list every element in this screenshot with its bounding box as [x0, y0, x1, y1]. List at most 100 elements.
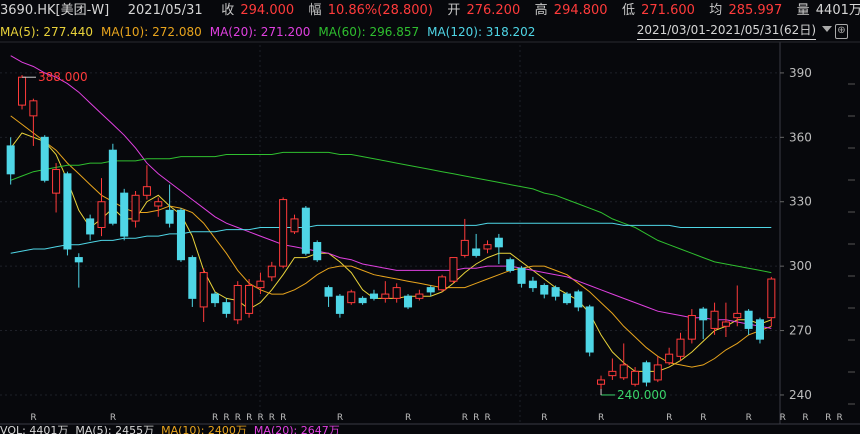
- ma-line-ma5: [10, 132, 772, 372]
- candle-body: [755, 319, 764, 340]
- candle-body: [699, 308, 708, 321]
- change-title: 幅: [308, 3, 322, 18]
- ma-legend-row: MA(5): 277.440 MA(10): 272.080 MA(20): 271…: [0, 22, 860, 42]
- candle-body: [188, 257, 197, 299]
- candle-body: [6, 145, 15, 175]
- dropdown-caret-icon[interactable]: [822, 26, 832, 32]
- candle-body: [358, 297, 367, 304]
- rights-marker: R: [223, 413, 229, 423]
- candle-body: [653, 364, 662, 381]
- candle-body: [619, 364, 628, 379]
- candle-body: [52, 169, 61, 194]
- candle-body: [551, 287, 560, 297]
- candle-body: [506, 259, 515, 271]
- candle-body: [29, 100, 38, 117]
- candle-body: [744, 310, 753, 329]
- vol-ma10-label: MA(10): 2400万: [161, 424, 247, 434]
- volume-legend-row: VOL: 4401万 MA(5): 2455万 MA(10): 2400万 MA…: [0, 424, 860, 434]
- candle-body: [63, 173, 72, 250]
- ma-legend-item: MA(120): 318.202: [427, 25, 536, 39]
- rights-marker: R: [235, 413, 241, 423]
- candle-body: [710, 310, 719, 329]
- candlestick-chart: 240270300330360390388.000240.000R R R R R R R R…: [0, 41, 860, 425]
- candle-body: [472, 248, 481, 256]
- ma-legend-item: MA(5): 277.440: [0, 25, 94, 39]
- candle-body: [415, 293, 424, 299]
- candle-body: [176, 209, 185, 261]
- candle-body: [211, 293, 220, 304]
- candle-body: [460, 239, 469, 256]
- candle-body: [608, 370, 617, 377]
- high-value: 294.800: [553, 3, 608, 18]
- candle-body: [631, 370, 640, 385]
- rights-marker: R: [802, 413, 808, 423]
- candle-body: [449, 257, 458, 282]
- ma-legend-item: MA(20): 271.200: [209, 25, 311, 39]
- ma-legend-item: MA(10): 272.080: [101, 25, 202, 39]
- candle-body: [597, 379, 606, 385]
- rights-marker: R: [110, 413, 116, 423]
- candle-body: [369, 293, 378, 299]
- rights-marker: R: [700, 413, 706, 423]
- candle-body: [585, 306, 594, 353]
- ma-line-ma20: [10, 55, 772, 329]
- bookmark-icon[interactable]: ⊕: [835, 24, 848, 39]
- rights-marker: R: [825, 413, 831, 423]
- extreme-price-label: 388.000: [38, 70, 88, 84]
- candle-body: [222, 302, 231, 314]
- rights-marker: R: [462, 413, 468, 423]
- candle-body: [517, 267, 526, 284]
- candle-body: [313, 242, 322, 261]
- candle-body: [642, 362, 651, 383]
- candle-body: [108, 149, 117, 224]
- rights-marker: R: [280, 413, 286, 423]
- vol-ma20-label: MA(20): 2647万: [253, 424, 340, 434]
- y-tick-label: 300: [789, 259, 812, 273]
- rights-marker: R: [405, 413, 411, 423]
- candle-body: [290, 218, 299, 233]
- close-value: 294.000: [240, 3, 295, 18]
- extreme-price-label: 240.000: [617, 388, 667, 402]
- candle-body: [18, 76, 27, 106]
- rights-marker: R: [337, 413, 343, 423]
- low-value: 271.600: [641, 3, 695, 18]
- candle-body: [267, 265, 276, 278]
- candle-body: [199, 272, 208, 308]
- candle-body: [279, 199, 288, 267]
- candle-body: [324, 287, 333, 297]
- candle-body: [40, 136, 49, 181]
- avg-title: 均: [709, 3, 723, 18]
- ma-legend-item: MA(60): 296.857: [318, 25, 420, 39]
- candle-body: [676, 338, 685, 357]
- candle-body: [438, 276, 447, 291]
- close-title: 收: [221, 3, 235, 18]
- low-title: 低: [621, 3, 635, 18]
- rights-marker: R: [269, 413, 275, 423]
- candle-body: [574, 291, 583, 308]
- rights-marker: R: [473, 413, 479, 423]
- rights-marker: R: [836, 413, 842, 423]
- candle-body: [665, 353, 674, 364]
- candle-body: [494, 237, 503, 248]
- candle-body: [74, 257, 83, 263]
- candle-body: [687, 315, 696, 340]
- candle-body: [335, 295, 344, 314]
- avg-value: 285.997: [728, 3, 783, 18]
- y-tick-label: 330: [789, 195, 812, 209]
- change-value: 10.86%(28.800): [327, 3, 433, 18]
- candle-body: [165, 209, 174, 224]
- rights-marker: R: [780, 413, 786, 423]
- rights-marker: R: [598, 413, 604, 423]
- candle-body: [528, 280, 537, 289]
- candle-body: [721, 321, 730, 327]
- symbol-label[interactable]: 3690.HK[美团-W]: [0, 3, 109, 18]
- date-range-selector[interactable]: 2021/03/01-2021/05/31(62日): [636, 22, 816, 40]
- candle-body: [301, 207, 310, 254]
- rights-marker: R: [746, 413, 752, 423]
- ma-legend: MA(5): 277.440 MA(10): 272.080 MA(20): 271…: [0, 25, 543, 39]
- candle-body: [154, 201, 163, 207]
- rights-marker: R: [541, 413, 547, 423]
- candle-body: [562, 293, 571, 304]
- date-label: 2021/05/31: [127, 3, 203, 18]
- y-tick-label: 390: [789, 66, 812, 80]
